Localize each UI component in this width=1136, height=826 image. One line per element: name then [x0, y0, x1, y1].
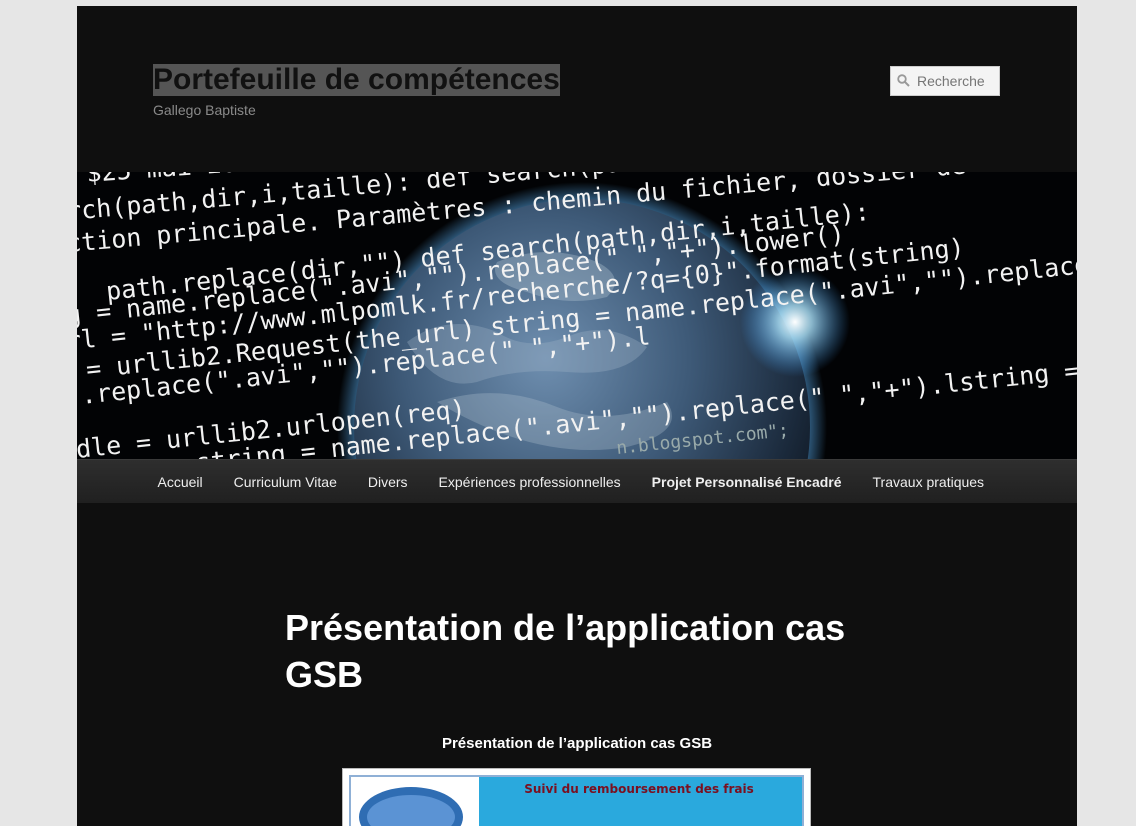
nav-item-experiences-professionnelles[interactable]: Expériences professionnelles [423, 474, 636, 490]
article-subheading: Présentation de l’application cas GSB [441, 735, 713, 752]
site-description: Gallego Baptiste [153, 102, 256, 118]
gsb-app-header: Suivi du remboursement des frais [349, 775, 804, 826]
nav-item-divers[interactable]: Divers [352, 474, 423, 490]
search-box[interactable] [890, 66, 1000, 96]
nav-item-projet-personnalise-encadre[interactable]: Projet Personnalisé Encadré [636, 474, 857, 490]
page-wrapper: Portefeuille de compétences Gallego Bapt… [77, 6, 1077, 826]
gsb-app-caption: Suivi du remboursement des frais [524, 782, 754, 796]
nav-item-accueil[interactable]: Accueil [142, 474, 218, 490]
search-icon [891, 66, 913, 96]
page-title: Présentation de l’application cas GSB [285, 607, 846, 695]
nav-item-travaux-pratiques[interactable]: Travaux pratiques [857, 474, 1000, 490]
nav-item-curriculum-vitae[interactable]: Curriculum Vitae [218, 474, 352, 490]
gsb-application-screenshot[interactable]: Suivi du remboursement des frais [342, 768, 811, 826]
header-banner-image: ="$25 mai 2011 17:14:26$ rch(path,dir,i,… [77, 172, 1077, 459]
main-navigation: Accueil Curriculum Vitae Divers Expérien… [77, 459, 1077, 503]
site-title[interactable]: Portefeuille de compétences [153, 64, 560, 96]
gsb-logo [351, 777, 479, 826]
search-input[interactable] [913, 73, 997, 89]
